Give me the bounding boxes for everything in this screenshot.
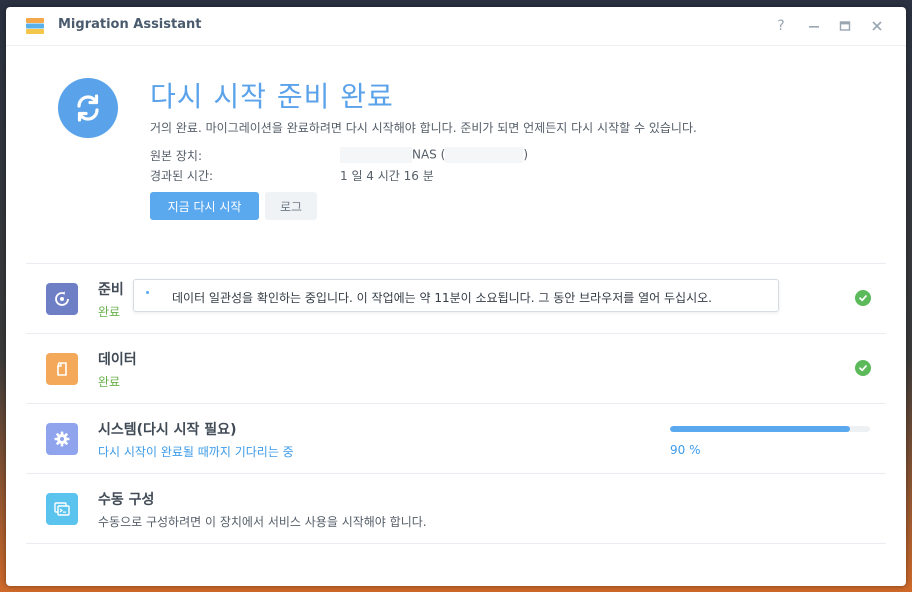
source-device-close: ) bbox=[523, 147, 528, 162]
spinner-icon bbox=[146, 291, 149, 294]
prepare-icon bbox=[46, 283, 78, 315]
maximize-icon bbox=[839, 21, 851, 31]
step-manual-config: 수동 구성 수동으로 구성하려면 이 장치에서 서비스 사용을 시작해야 합니다… bbox=[26, 473, 886, 543]
progress-fill bbox=[670, 426, 850, 432]
migration-assistant-window: Migration Assistant ? 다시 시작 준비 완료 거의 완료.… bbox=[6, 7, 906, 586]
source-device-suffix: NAS ( bbox=[412, 147, 446, 162]
progress-percent: 90 % bbox=[670, 443, 701, 457]
redacted-device-address bbox=[445, 147, 524, 163]
restart-now-button[interactable]: 지금 다시 시작 bbox=[150, 192, 259, 220]
step-status: 완료 bbox=[98, 375, 121, 389]
source-device-label: 원본 장치: bbox=[150, 149, 203, 163]
title-bar: Migration Assistant ? bbox=[6, 7, 906, 45]
title-divider bbox=[6, 45, 906, 46]
maximize-button[interactable] bbox=[835, 16, 855, 36]
step-system: 시스템(다시 시작 필요) 다시 시작이 완료될 때까지 기다리는 중 90 % bbox=[26, 403, 886, 473]
terminal-icon bbox=[46, 493, 78, 525]
window-title: Migration Assistant bbox=[58, 17, 202, 32]
page-subtitle: 거의 완료. 마이그레이션을 완료하려면 다시 시작해야 합니다. 준비가 되면… bbox=[150, 121, 697, 135]
step-status: 수동으로 구성하려면 이 장치에서 서비스 사용을 시작해야 합니다. bbox=[98, 515, 427, 529]
help-button[interactable]: ? bbox=[771, 16, 791, 36]
step-title: 준비 bbox=[98, 282, 124, 298]
elapsed-time-row: 경과된 시간: 1 일 4 시간 16 분 bbox=[150, 167, 434, 184]
help-icon: ? bbox=[777, 18, 785, 34]
step-title: 시스템(다시 시작 필요) bbox=[98, 422, 237, 438]
step-title: 데이터 bbox=[98, 352, 137, 368]
minimize-button[interactable] bbox=[804, 16, 824, 36]
consistency-check-tooltip: 데이터 일관성을 확인하는 중입니다. 이 작업에는 약 11분이 소요됩니다.… bbox=[133, 279, 779, 312]
step-divider bbox=[26, 543, 886, 544]
tooltip-text: 데이터 일관성을 확인하는 중입니다. 이 작업에는 약 11분이 소요됩니다.… bbox=[172, 291, 712, 305]
data-icon bbox=[46, 353, 78, 385]
elapsed-time-value: 1 일 4 시간 16 분 bbox=[340, 169, 434, 183]
source-device-value: NAS () bbox=[340, 147, 528, 163]
close-button[interactable] bbox=[867, 16, 887, 36]
refresh-icon bbox=[58, 78, 118, 138]
source-device-row: 원본 장치: NAS () bbox=[150, 147, 528, 164]
check-icon bbox=[855, 290, 871, 306]
step-status: 다시 시작이 완료될 때까지 기다리는 중 bbox=[98, 445, 294, 459]
check-icon bbox=[855, 360, 871, 376]
step-status: 완료 bbox=[98, 305, 121, 319]
step-title: 수동 구성 bbox=[98, 492, 155, 508]
log-button[interactable]: 로그 bbox=[265, 192, 317, 220]
page-title: 다시 시작 준비 완료 bbox=[150, 80, 394, 113]
close-icon bbox=[872, 21, 882, 31]
minimize-icon bbox=[809, 26, 819, 28]
elapsed-time-label: 경과된 시간: bbox=[150, 169, 214, 183]
step-data: 데이터 완료 bbox=[26, 333, 886, 403]
app-logo-icon bbox=[24, 15, 46, 37]
redacted-device-name bbox=[340, 147, 412, 163]
gear-icon bbox=[46, 423, 78, 455]
system-progress-bar bbox=[670, 426, 870, 432]
